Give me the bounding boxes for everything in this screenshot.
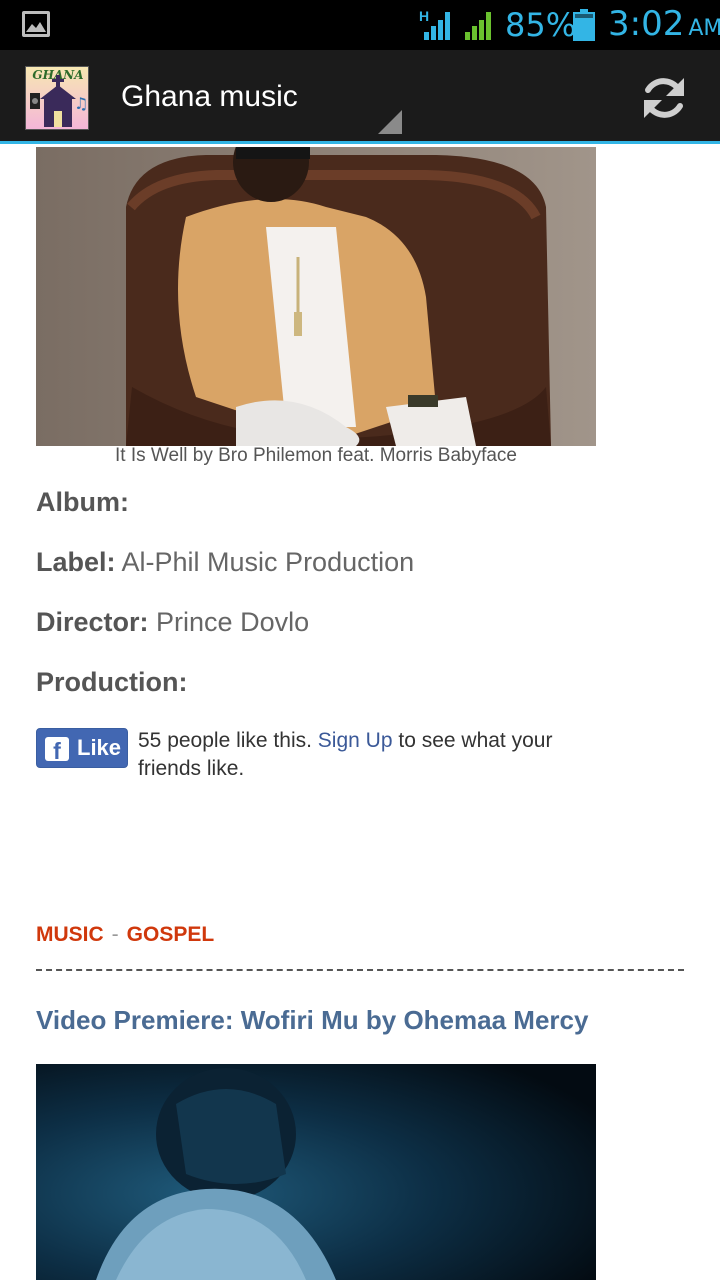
- album-label: Album:: [36, 487, 129, 517]
- director-value: Prince Dovlo: [156, 607, 310, 637]
- spinner-indicator-icon: [378, 110, 402, 134]
- facebook-like-button[interactable]: f Like: [36, 728, 128, 768]
- mobile-data-signal-icon: H: [419, 8, 450, 40]
- svg-text:♫: ♫: [74, 94, 88, 113]
- category-music-link[interactable]: MUSIC: [36, 923, 104, 946]
- production-row: Production:: [36, 667, 187, 698]
- director-row: Director: Prince Dovlo: [36, 607, 309, 638]
- clock-ampm: AM: [688, 16, 720, 41]
- divider: [36, 969, 684, 971]
- refresh-button[interactable]: [636, 70, 692, 126]
- facebook-signup-link[interactable]: Sign Up: [318, 729, 393, 752]
- category-breadcrumb: MUSIC - GOSPEL: [36, 923, 214, 947]
- like-count-text: 55 people like this.: [138, 729, 312, 752]
- label-value: Al-Phil Music Production: [121, 547, 415, 577]
- production-label: Production:: [36, 667, 188, 697]
- article-photo-bro-philemon: [36, 147, 596, 446]
- svg-text:H: H: [419, 8, 429, 24]
- label-row: Label: Al-Phil Music Production: [36, 547, 414, 578]
- app-title[interactable]: Ghana music: [121, 80, 298, 114]
- facebook-icon: f: [45, 737, 69, 761]
- battery-icon: [573, 9, 595, 41]
- album-row: Album:: [36, 487, 129, 518]
- article-headline-link[interactable]: Video Premiere: Wofiri Mu by Ohemaa Merc…: [36, 1005, 588, 1036]
- gallery-notification-icon: [22, 11, 50, 37]
- like-label: Like: [77, 735, 122, 760]
- photo-caption: It Is Well by Bro Philemon feat. Morris …: [115, 445, 517, 466]
- app-logo-icon[interactable]: GHANA ♫: [25, 66, 89, 130]
- content-webview[interactable]: It Is Well by Bro Philemon feat. Morris …: [0, 147, 720, 1280]
- category-gospel-link[interactable]: GOSPEL: [127, 923, 215, 946]
- status-bar: H 85% 3:02 AM: [0, 0, 720, 50]
- clock-time: 3:02: [608, 4, 685, 44]
- cell-signal-icon: [465, 12, 491, 40]
- refresh-icon: [644, 78, 684, 118]
- article-photo-ohemaa-mercy[interactable]: [36, 1064, 596, 1280]
- facebook-like-text: 55 people like this. Sign Up to see what…: [138, 727, 608, 783]
- category-separator: -: [111, 923, 119, 946]
- action-bar: GHANA ♫ Ghana music: [0, 50, 720, 144]
- label-label: Label:: [36, 547, 116, 577]
- clock: 3:02 AM: [608, 4, 720, 44]
- battery-percent: 85%: [505, 6, 577, 44]
- director-label: Director:: [36, 607, 149, 637]
